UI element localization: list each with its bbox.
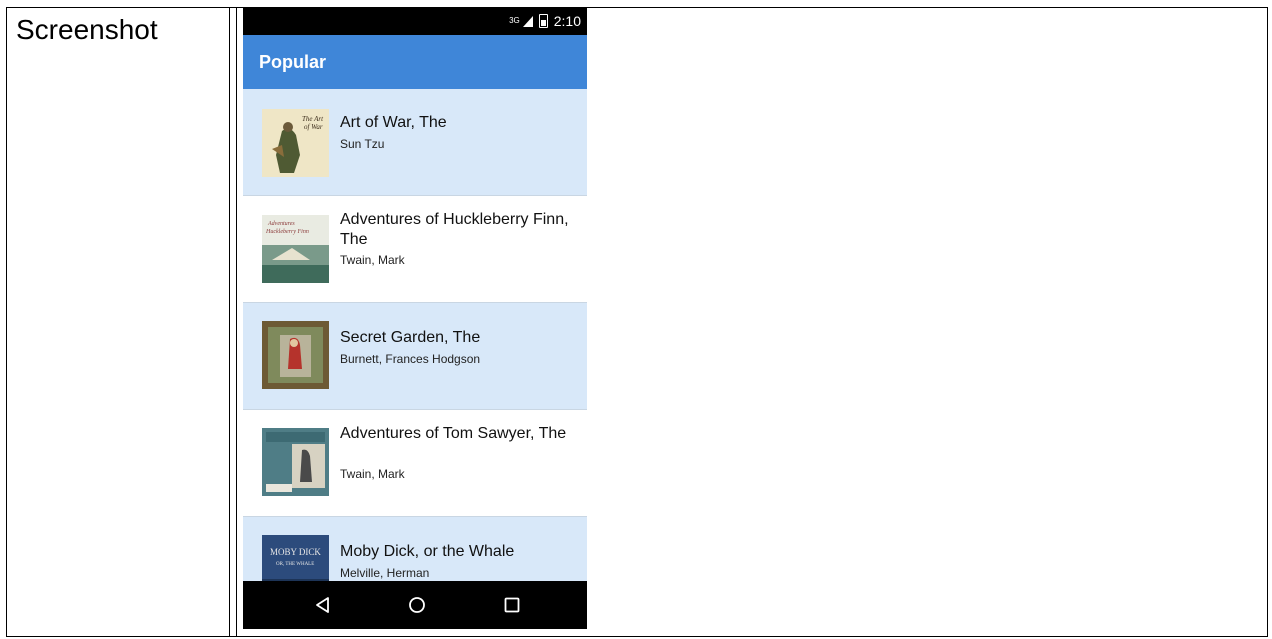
book-cover-secret-garden [262, 321, 329, 389]
system-nav-bar [243, 581, 587, 629]
list-item[interactable]: Adventures Huckleberry Finn Adventures o… [243, 196, 587, 303]
back-icon[interactable] [309, 591, 337, 619]
signal-icon: 3G [509, 15, 533, 27]
book-title: Secret Garden, The [340, 329, 481, 346]
svg-text:of War: of War [304, 123, 323, 131]
svg-text:Huckleberry Finn: Huckleberry Finn [265, 229, 309, 235]
book-author: Burnett, Frances Hodgson [340, 352, 481, 366]
book-author: Twain, Mark [340, 253, 405, 267]
home-icon[interactable] [403, 591, 431, 619]
book-cover-art-of-war: The Art of War [262, 109, 329, 177]
document-table [6, 7, 1268, 637]
svg-text:OR, THE WHALE: OR, THE WHALE [276, 562, 314, 567]
book-cover-huckleberry-finn: Adventures Huckleberry Finn [262, 215, 329, 283]
book-author: Twain, Mark [340, 467, 405, 481]
book-title: Art of War, The [340, 114, 447, 131]
phone-screenshot: 3G 2:10 Popular The Art of War Art of Wa… [243, 8, 587, 629]
list-item[interactable]: Adventures of Tom Sawyer, The Twain, Mar… [243, 410, 587, 517]
list-item[interactable]: MOBY DICK OR, THE WHALE Moby Dick, or th… [243, 517, 587, 581]
book-cover-tom-sawyer [262, 428, 329, 496]
battery-icon [538, 14, 548, 28]
page-title: Popular [259, 52, 327, 72]
book-list[interactable]: The Art of War Art of War, The Sun Tzu A… [243, 89, 587, 581]
app-bar: Popular [243, 35, 587, 89]
book-author: Sun Tzu [340, 137, 385, 151]
book-title: Moby Dick, or the Whale [340, 543, 515, 560]
status-bar: 3G 2:10 [243, 8, 587, 35]
book-author: Melville, Herman [340, 566, 430, 580]
status-time: 2:10 [553, 13, 581, 29]
list-item[interactable]: Secret Garden, The Burnett, Frances Hodg… [243, 303, 587, 410]
svg-text:Adventures: Adventures [267, 221, 295, 227]
svg-text:The Art: The Art [302, 115, 324, 123]
book-cover-moby-dick: MOBY DICK OR, THE WHALE [262, 535, 329, 581]
table-divider [229, 8, 230, 636]
book-title: Adventures of Huckleberry Finn, The [340, 211, 569, 248]
svg-text:MOBY DICK: MOBY DICK [270, 547, 321, 557]
table-divider [236, 8, 237, 636]
recents-icon[interactable] [498, 591, 526, 619]
book-title: Adventures of Tom Sawyer, The [340, 425, 567, 442]
list-item[interactable]: The Art of War Art of War, The Sun Tzu [243, 89, 587, 196]
cell-label: Screenshot [16, 14, 158, 45]
